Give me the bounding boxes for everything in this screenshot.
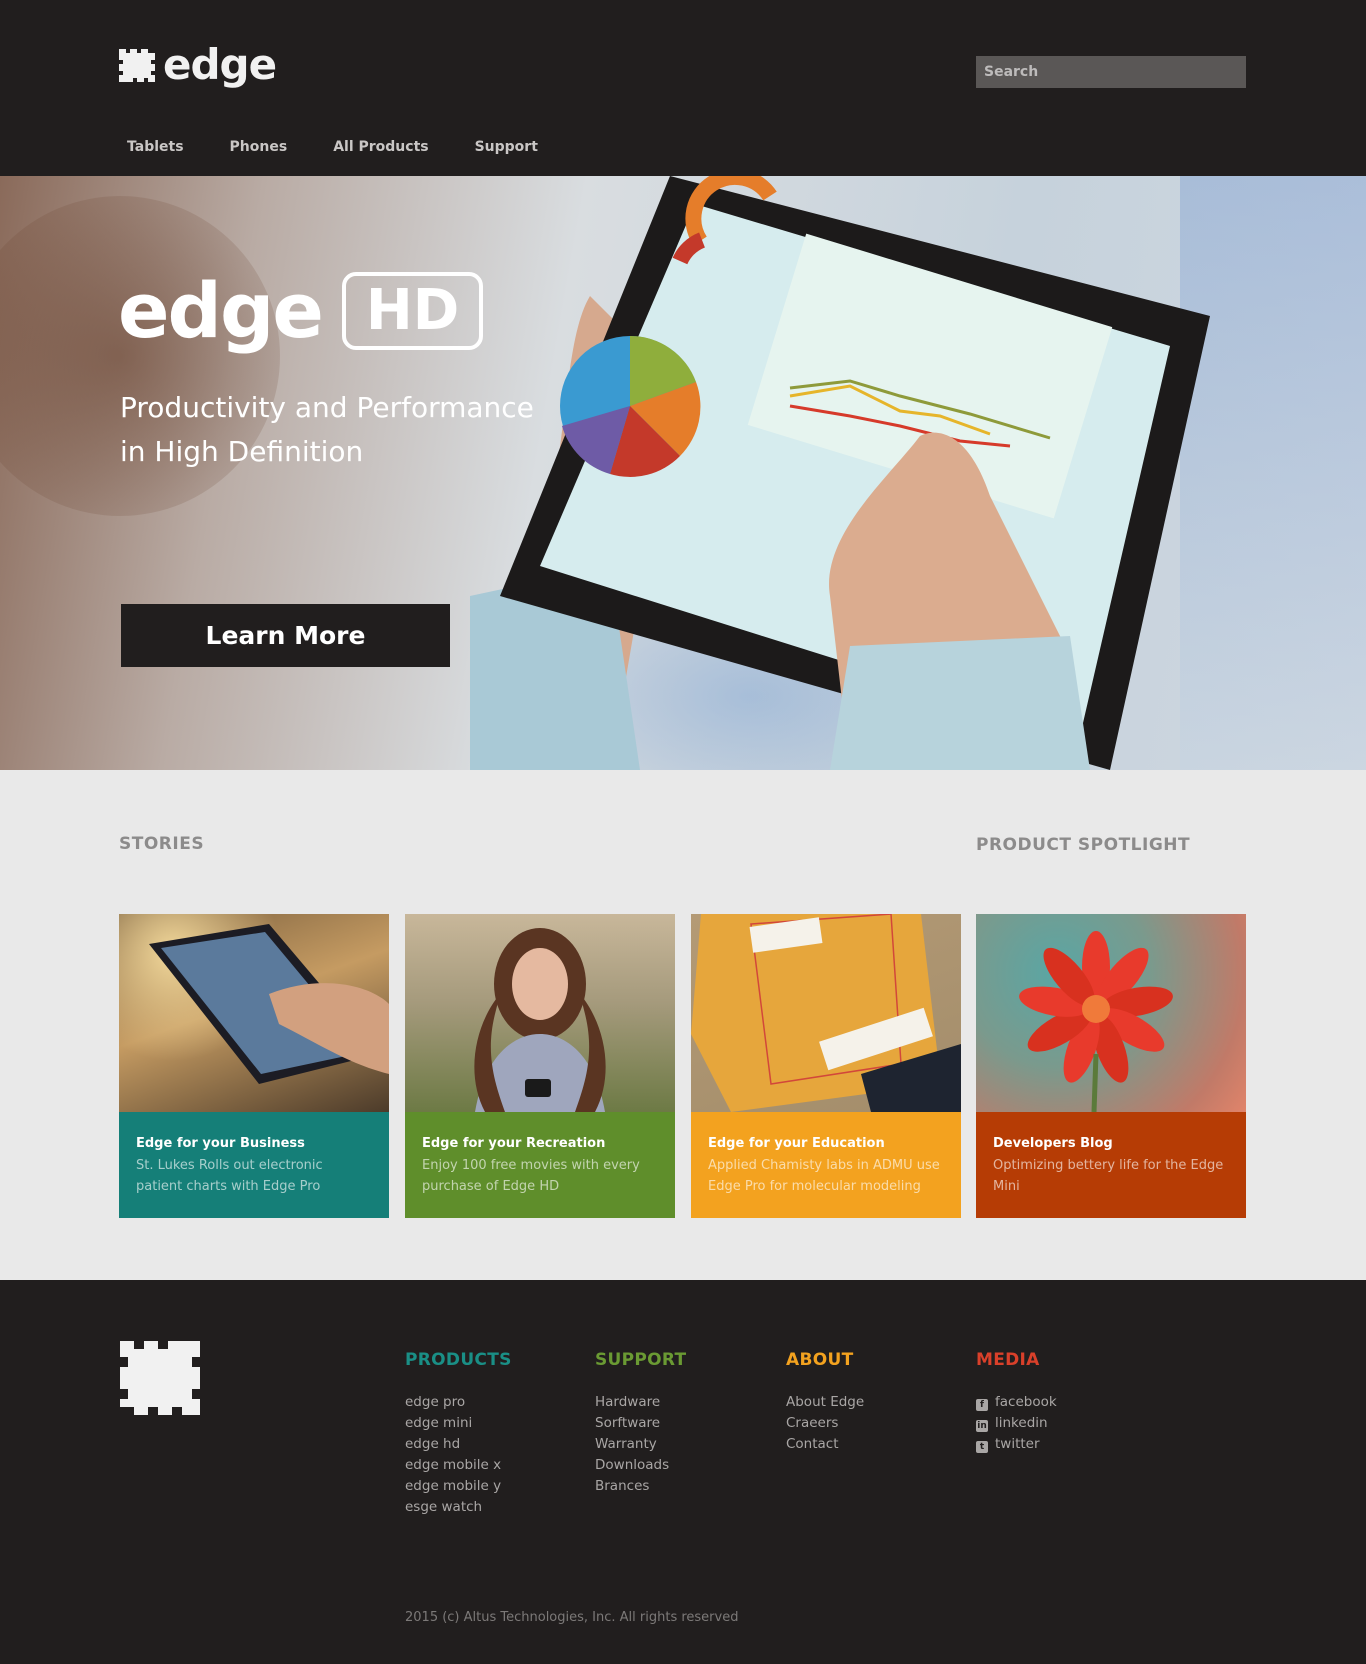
- footer-heading: PRODUCTS: [405, 1350, 512, 1370]
- footer-link-label: facebook: [995, 1394, 1057, 1410]
- hero-subtitle: Productivity and Performance in High Def…: [120, 386, 580, 474]
- footer-link[interactable]: Warranty: [595, 1434, 686, 1455]
- stories-section: STORIES PRODUCT SPOTLIGHT Edge for your …: [0, 770, 1366, 1280]
- story-card-education[interactable]: Edge for your Education Applied Chamisty…: [691, 914, 961, 1218]
- logo-mark-icon: [119, 49, 155, 82]
- main-nav: Tablets Phones All Products Support: [127, 139, 584, 155]
- footer-link[interactable]: edge mobile x: [405, 1455, 512, 1476]
- footer-column-support: SUPPORT Hardware Sorftware Warranty Down…: [595, 1350, 686, 1497]
- footer-link[interactable]: edge hd: [405, 1434, 512, 1455]
- twitter-icon: t: [976, 1441, 988, 1453]
- learn-more-button[interactable]: Learn More: [121, 604, 450, 667]
- facebook-icon: f: [976, 1399, 988, 1411]
- logo-text: edge: [163, 40, 277, 89]
- footer-column-about: ABOUT About Edge Craeers Contact: [786, 1350, 864, 1455]
- footer-link[interactable]: edge pro: [405, 1392, 512, 1413]
- story-card-body: Edge for your Recreation Enjoy 100 free …: [405, 1112, 675, 1218]
- story-card-developers-blog[interactable]: Developers Blog Optimizing bettery life …: [976, 914, 1246, 1218]
- site-footer: PRODUCTS edge pro edge mini edge hd edge…: [0, 1280, 1366, 1664]
- footer-link[interactable]: About Edge: [786, 1392, 864, 1413]
- product-spotlight-heading: PRODUCT SPOTLIGHT: [976, 835, 1191, 855]
- footer-link[interactable]: Contact: [786, 1434, 864, 1455]
- footer-link[interactable]: Downloads: [595, 1455, 686, 1476]
- stories-heading: STORIES: [119, 834, 205, 854]
- story-card-body: Edge for your Education Applied Chamisty…: [691, 1112, 961, 1218]
- story-card-business[interactable]: Edge for your Business St. Lukes Rolls o…: [119, 914, 389, 1218]
- story-card-body: Edge for your Business St. Lukes Rolls o…: [119, 1112, 389, 1218]
- footer-link-twitter[interactable]: t twitter: [976, 1434, 1057, 1455]
- hero-hd-badge: HD: [341, 272, 484, 350]
- hero-banner: edge HD Productivity and Performance in …: [0, 176, 1366, 770]
- story-card-body: Developers Blog Optimizing bettery life …: [976, 1112, 1246, 1218]
- story-card-title: Edge for your Education: [708, 1136, 885, 1151]
- story-card-image: [405, 914, 675, 1112]
- hero-title: edge HD: [118, 265, 484, 355]
- logo[interactable]: edge: [119, 44, 277, 86]
- footer-link[interactable]: esge watch: [405, 1497, 512, 1518]
- story-card-title: Edge for your Business: [136, 1136, 305, 1151]
- footer-link-label: twitter: [995, 1436, 1040, 1452]
- nav-phones[interactable]: Phones: [230, 139, 288, 155]
- site-header: edge Tablets Phones All Products Support: [0, 0, 1366, 176]
- story-card-recreation[interactable]: Edge for your Recreation Enjoy 100 free …: [405, 914, 675, 1218]
- story-card-text: Applied Chamisty labs in ADMU use Edge P…: [708, 1158, 940, 1194]
- story-card-title: Edge for your Recreation: [422, 1136, 606, 1151]
- nav-all-products[interactable]: All Products: [333, 139, 428, 155]
- story-card-text: St. Lukes Rolls out electronic patient c…: [136, 1158, 323, 1194]
- search-input[interactable]: [976, 56, 1246, 88]
- nav-support[interactable]: Support: [475, 139, 538, 155]
- footer-link-facebook[interactable]: f facebook: [976, 1392, 1057, 1413]
- hero-tablet-image: [470, 176, 1210, 770]
- hero-subtitle-line: Productivity and Performance: [120, 391, 534, 424]
- footer-heading: SUPPORT: [595, 1350, 687, 1370]
- story-card-title: Developers Blog: [993, 1136, 1113, 1151]
- footer-link[interactable]: Sorftware: [595, 1413, 686, 1434]
- story-card-image: [691, 914, 961, 1112]
- footer-link-linkedin[interactable]: in linkedin: [976, 1413, 1057, 1434]
- story-card-text: Enjoy 100 free movies with every purchas…: [422, 1158, 640, 1194]
- footer-column-media: MEDIA f facebook in linkedin t twitter: [976, 1350, 1057, 1455]
- story-card-image: [976, 914, 1246, 1112]
- footer-link[interactable]: Craeers: [786, 1413, 864, 1434]
- linkedin-icon: in: [976, 1420, 988, 1432]
- footer-link-label: linkedin: [995, 1415, 1048, 1431]
- footer-heading: MEDIA: [976, 1350, 1040, 1370]
- story-card-text: Optimizing bettery life for the Edge Min…: [993, 1158, 1224, 1194]
- footer-heading: ABOUT: [786, 1350, 854, 1370]
- footer-link[interactable]: Brances: [595, 1476, 686, 1497]
- story-card-image: [119, 914, 389, 1112]
- footer-link[interactable]: edge mini: [405, 1413, 512, 1434]
- copyright-text: 2015 (c) Altus Technologies, Inc. All ri…: [405, 1610, 739, 1625]
- hero-brand: edge: [118, 265, 324, 355]
- footer-link[interactable]: edge mobile y: [405, 1476, 512, 1497]
- nav-tablets[interactable]: Tablets: [127, 139, 184, 155]
- hero-subtitle-line: in High Definition: [120, 435, 364, 468]
- footer-logo-icon: [120, 1341, 200, 1415]
- footer-column-products: PRODUCTS edge pro edge mini edge hd edge…: [405, 1350, 512, 1518]
- footer-link[interactable]: Hardware: [595, 1392, 686, 1413]
